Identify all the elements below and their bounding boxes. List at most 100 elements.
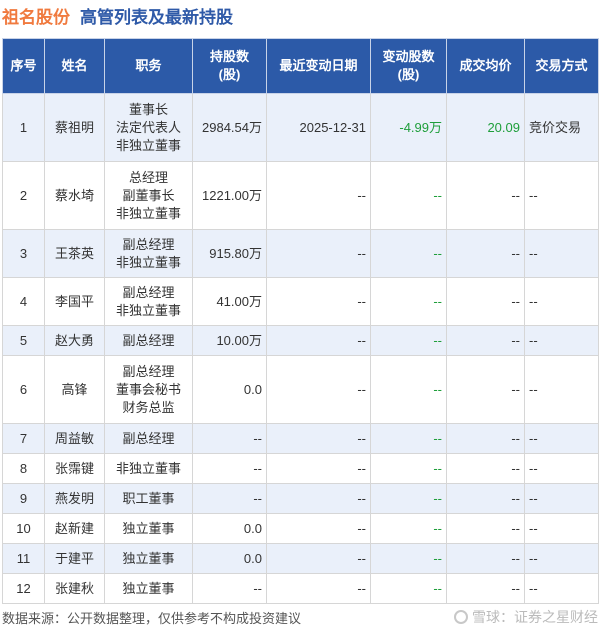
cell-change-shares: --	[370, 277, 447, 326]
cell-avg-price: --	[446, 229, 525, 278]
cell-name: 高锋	[44, 355, 105, 424]
cell-change-shares: --	[370, 513, 447, 544]
table-row: 2 蔡水埼 总经理 副董事长 非独立董事 1221.00万 -- -- -- --	[2, 161, 599, 230]
cell-index: 1	[2, 93, 45, 162]
table-row: 3 王茶英 副总经理 非独立董事 915.80万 -- -- -- --	[2, 229, 599, 278]
cell-change-date: --	[266, 229, 371, 278]
position-line: 副总经理	[122, 430, 175, 446]
position-line: 副总经理	[122, 332, 175, 348]
snowball-icon	[454, 610, 468, 624]
cell-shares: 0.0	[192, 543, 267, 574]
cell-name: 张建秋	[44, 573, 105, 604]
cell-shares: --	[192, 483, 267, 514]
cell-index: 9	[2, 483, 45, 514]
cell-change-shares: -4.99万	[370, 93, 447, 162]
cell-change-date: --	[266, 161, 371, 230]
cell-change-date: --	[266, 325, 371, 356]
cell-index: 10	[2, 513, 45, 544]
table-row: 10 赵新建 独立董事 0.0 -- -- -- --	[2, 513, 599, 544]
cell-name: 于建平	[44, 543, 105, 574]
position-line: 副总经理	[122, 284, 175, 300]
cell-avg-price: --	[446, 423, 525, 454]
cell-trade-method: --	[524, 229, 599, 278]
cell-shares: --	[192, 453, 267, 484]
cell-name: 赵新建	[44, 513, 105, 544]
cell-change-date: --	[266, 423, 371, 454]
cell-name: 张霈键	[44, 453, 105, 484]
position-line: 董事长	[128, 101, 168, 117]
table-row: 12 张建秋 独立董事 -- -- -- -- --	[2, 573, 599, 604]
cell-name: 燕发明	[44, 483, 105, 514]
position-line: 董事会秘书	[115, 381, 181, 397]
cell-positions: 副总经理 非独立董事	[104, 277, 193, 326]
table-row: 11 于建平 独立董事 0.0 -- -- -- --	[2, 543, 599, 574]
cell-avg-price: --	[446, 513, 525, 544]
cell-change-shares: --	[370, 573, 447, 604]
cell-change-date: --	[266, 573, 371, 604]
data-source-note: 数据来源：公开数据整理，仅供参考不构成投资建议	[2, 610, 302, 626]
cell-positions: 副总经理	[104, 325, 193, 356]
cell-trade-method: --	[524, 277, 599, 326]
table-body: 1 蔡祖明 董事长 法定代表人 非独立董事 2984.54万 2025-12-31 -4.99…	[2, 93, 599, 604]
cell-trade-method: --	[524, 573, 599, 604]
cell-avg-price: --	[446, 355, 525, 424]
table-header-row: 序号 姓名 职务 持股数 (股) 最近变动日期 变动股数 (股) 成交均价 交易方式	[2, 38, 599, 94]
cell-index: 12	[2, 573, 45, 604]
position-line: 财务总监	[122, 399, 175, 415]
table-row: 6 高锋 副总经理 董事会秘书 财务总监 0.0 -- -- -- --	[2, 355, 599, 424]
cell-index: 5	[2, 325, 45, 356]
cell-trade-method: --	[524, 325, 599, 356]
cell-shares: --	[192, 573, 267, 604]
position-line: 非独立董事	[115, 137, 181, 153]
table-row: 9 燕发明 职工董事 -- -- -- -- --	[2, 483, 599, 514]
cell-name: 李国平	[44, 277, 105, 326]
column-header: 职务	[104, 38, 193, 94]
cell-change-shares: --	[370, 453, 447, 484]
footer: 数据来源：公开数据整理，仅供参考不构成投资建议 雪球：证券之星财经	[2, 606, 598, 628]
position-line: 非独立董事	[115, 254, 181, 270]
cell-trade-method: 竞价交易	[524, 93, 599, 162]
cell-trade-method: --	[524, 543, 599, 574]
cell-avg-price: --	[446, 161, 525, 230]
table-row: 8 张霈键 非独立董事 -- -- -- -- --	[2, 453, 599, 484]
table-row: 5 赵大勇 副总经理 10.00万 -- -- -- --	[2, 325, 599, 356]
executives-table: 序号 姓名 职务 持股数 (股) 最近变动日期 变动股数 (股) 成交均价 交易方式 1 蔡祖明 董事…	[2, 38, 599, 604]
cell-avg-price: --	[446, 573, 525, 604]
cell-name: 周益敏	[44, 423, 105, 454]
cell-change-shares: --	[370, 229, 447, 278]
column-header: 最近变动日期	[266, 38, 371, 94]
cell-avg-price: --	[446, 325, 525, 356]
position-line: 非独立董事	[115, 302, 181, 318]
brand-label: 雪球：证券之星财经	[472, 609, 598, 625]
cell-positions: 非独立董事	[104, 453, 193, 484]
cell-avg-price: --	[446, 453, 525, 484]
cell-avg-price: --	[446, 483, 525, 514]
cell-positions: 副总经理	[104, 423, 193, 454]
cell-trade-method: --	[524, 161, 599, 230]
cell-change-date: --	[266, 277, 371, 326]
cell-shares: 915.80万	[192, 229, 267, 278]
position-line: 独立董事	[122, 550, 175, 566]
table-row: 1 蔡祖明 董事长 法定代表人 非独立董事 2984.54万 2025-12-31 -4.99…	[2, 93, 599, 162]
cell-change-shares: --	[370, 161, 447, 230]
table-row: 7 周益敏 副总经理 -- -- -- -- --	[2, 423, 599, 454]
column-header: 变动股数 (股)	[370, 38, 447, 94]
brand: 雪球：证券之星财经	[454, 607, 598, 627]
position-line: 法定代表人	[115, 119, 181, 135]
cell-change-date: --	[266, 483, 371, 514]
column-header: 姓名	[44, 38, 105, 94]
cell-positions: 总经理 副董事长 非独立董事	[104, 161, 193, 230]
column-header: 成交均价	[446, 38, 525, 94]
position-line: 副总经理	[122, 363, 175, 379]
cell-trade-method: --	[524, 355, 599, 424]
cell-index: 6	[2, 355, 45, 424]
cell-change-shares: --	[370, 543, 447, 574]
cell-index: 4	[2, 277, 45, 326]
cell-change-shares: --	[370, 483, 447, 514]
cell-index: 2	[2, 161, 45, 230]
cell-shares: 41.00万	[192, 277, 267, 326]
cell-shares: 2984.54万	[192, 93, 267, 162]
position-line: 非独立董事	[115, 205, 181, 221]
cell-change-shares: --	[370, 423, 447, 454]
cell-shares: 10.00万	[192, 325, 267, 356]
